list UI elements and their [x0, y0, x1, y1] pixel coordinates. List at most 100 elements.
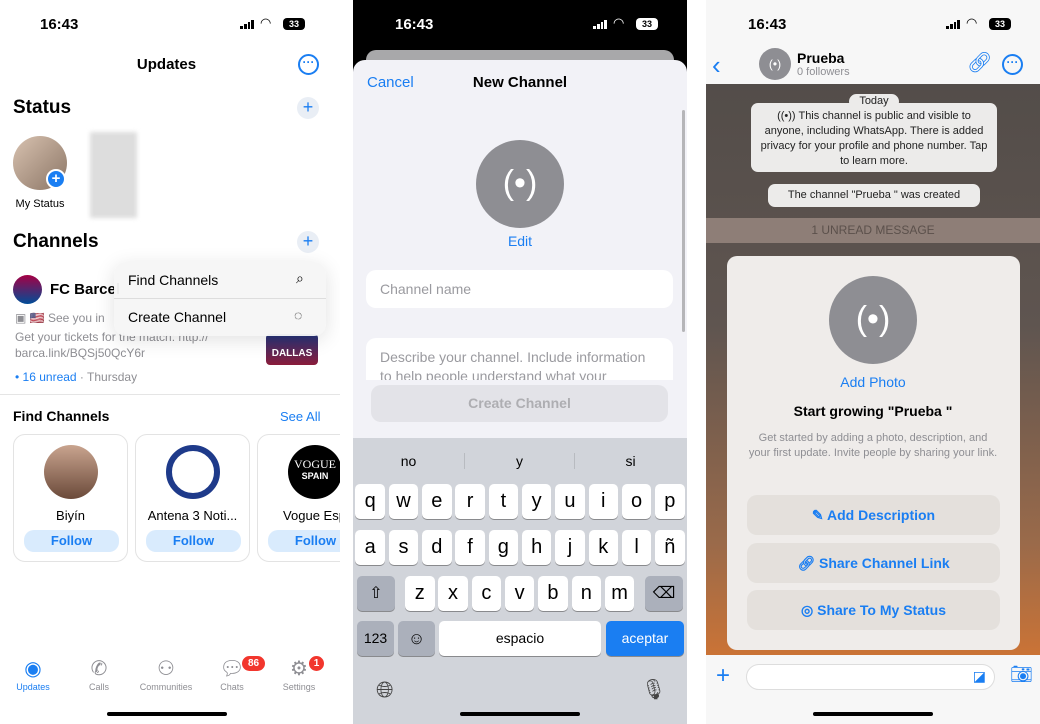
- key-p[interactable]: p: [655, 484, 685, 519]
- menu-item-find-channels[interactable]: Find Channels ⌕: [114, 262, 326, 299]
- emoji-key[interactable]: ☺: [398, 621, 435, 656]
- more-options-button[interactable]: ···: [1002, 54, 1023, 75]
- channel-name[interactable]: Prueba: [797, 50, 844, 66]
- add-channel-button[interactable]: +: [297, 231, 319, 253]
- channel-info-notice[interactable]: ((•)) This channel is public and visible…: [751, 103, 997, 172]
- channel-screen: 16:43 ◠ 33 ‹ (•) Prueba 0 followers 🔗︎ ·…: [706, 0, 1040, 724]
- follow-button[interactable]: Follow: [268, 530, 340, 552]
- channel-photo-placeholder[interactable]: (•): [829, 276, 917, 364]
- key-w[interactable]: w: [388, 484, 419, 519]
- keyboard-suggestion[interactable]: si: [575, 453, 686, 469]
- more-options-button[interactable]: ···: [298, 54, 319, 75]
- key-d[interactable]: d: [422, 530, 452, 565]
- message-input[interactable]: ◪: [746, 664, 995, 690]
- share-channel-link-button[interactable]: 🔗︎ Share Channel Link: [747, 543, 1000, 583]
- phone-icon: ✆: [90, 658, 108, 680]
- create-channel-button[interactable]: Create Channel: [371, 385, 668, 422]
- scrollbar[interactable]: [682, 110, 685, 332]
- numbers-key[interactable]: 123: [357, 621, 394, 656]
- channel-menu: Find Channels ⌕ Create Channel ◌: [114, 262, 326, 336]
- key-j[interactable]: j: [555, 530, 585, 565]
- key-v[interactable]: v: [504, 576, 535, 611]
- key-ñ[interactable]: ñ: [655, 530, 685, 565]
- shift-key[interactable]: ⇧: [357, 576, 395, 611]
- key-h[interactable]: h: [521, 530, 552, 565]
- preview-line: See you in: [47, 311, 105, 325]
- vogue-logo: VOGUE SPAIN: [288, 445, 340, 499]
- key-l[interactable]: l: [621, 530, 652, 565]
- status-time: 16:43: [395, 16, 434, 33]
- delete-key[interactable]: ⌫: [645, 576, 683, 611]
- my-status-label: My Status: [15, 198, 65, 210]
- signal-icon: [946, 20, 960, 29]
- key-x[interactable]: x: [438, 576, 468, 611]
- key-e[interactable]: e: [422, 484, 452, 519]
- status-heading: Status: [13, 97, 72, 118]
- channel-suggestion-card[interactable]: Biyín Follow: [13, 434, 128, 562]
- accept-key[interactable]: aceptar: [606, 621, 684, 656]
- menu-item-create-channel[interactable]: Create Channel ◌: [114, 299, 326, 336]
- key-i[interactable]: i: [588, 484, 618, 519]
- tab-communities[interactable]: ⚇ Communities: [131, 656, 201, 692]
- channel-name-input[interactable]: Channel name: [366, 270, 673, 308]
- channel-avatar[interactable]: (•): [759, 48, 791, 80]
- key-f[interactable]: f: [455, 530, 485, 565]
- link-icon: 🔗︎: [797, 555, 819, 571]
- key-c[interactable]: c: [471, 576, 502, 611]
- space-key[interactable]: espacio: [439, 621, 601, 656]
- wifi-icon: ◠: [966, 15, 978, 30]
- unread-count: • 16 unread: [15, 370, 77, 384]
- follower-count: 0 followers: [797, 66, 850, 78]
- microphone-icon[interactable]: 🎙︎: [641, 677, 666, 702]
- growing-title: Start growing "Prueba ": [793, 403, 953, 419]
- key-k[interactable]: k: [588, 530, 618, 565]
- wifi-icon: ◠: [613, 15, 625, 30]
- key-b[interactable]: b: [538, 576, 568, 611]
- plus-icon[interactable]: +: [716, 662, 730, 690]
- keyboard-suggestion[interactable]: y: [464, 453, 575, 469]
- key-u[interactable]: u: [555, 484, 585, 519]
- camera-icon[interactable]: 📷︎: [1010, 664, 1033, 685]
- key-n[interactable]: n: [571, 576, 601, 611]
- key-t[interactable]: t: [488, 484, 519, 519]
- channel-photo-placeholder[interactable]: (•): [476, 140, 564, 228]
- unread-divider: 1 UNREAD MESSAGE: [706, 218, 1040, 243]
- updates-screen: 16:43 ◠ 33 Updates ··· Status + + My Sta…: [0, 0, 340, 724]
- key-y[interactable]: y: [521, 484, 552, 519]
- battery-icon: 33: [636, 18, 658, 30]
- follow-button[interactable]: Follow: [146, 530, 241, 552]
- status-time: 16:43: [748, 16, 787, 33]
- follow-button[interactable]: Follow: [24, 530, 119, 552]
- key-z[interactable]: z: [405, 576, 435, 611]
- add-description-button[interactable]: ✎ Add Description: [747, 495, 1000, 535]
- back-button[interactable]: ‹: [712, 50, 721, 81]
- channel-suggestion-card[interactable]: Antena 3 Noti... Follow: [135, 434, 250, 562]
- channel-name[interactable]: FC Barcel: [50, 281, 120, 298]
- key-s[interactable]: s: [388, 530, 419, 565]
- tab-updates[interactable]: ◉ Updates: [0, 656, 68, 692]
- see-all-link[interactable]: See All: [280, 409, 320, 424]
- edit-photo-button[interactable]: Edit: [353, 233, 687, 249]
- broadcast-icon: ((•)): [777, 110, 799, 122]
- key-g[interactable]: g: [488, 530, 519, 565]
- add-photo-button[interactable]: Add Photo: [706, 374, 1040, 390]
- key-m[interactable]: m: [604, 576, 635, 611]
- link-icon[interactable]: 🔗︎: [967, 50, 992, 75]
- home-indicator: [813, 712, 933, 716]
- key-r[interactable]: r: [455, 484, 485, 519]
- key-o[interactable]: o: [621, 484, 652, 519]
- globe-icon[interactable]: 🌐︎: [376, 677, 394, 703]
- growing-description: Get started by adding a photo, descripti…: [748, 432, 998, 459]
- keyboard-suggestion[interactable]: no: [353, 453, 464, 469]
- channel-suggestion-card[interactable]: VOGUE SPAIN Vogue Esp Follow: [257, 434, 340, 562]
- key-a[interactable]: a: [355, 530, 385, 565]
- channel-description-input[interactable]: Describe your channel. Include informati…: [366, 338, 673, 380]
- sticker-icon[interactable]: ◪: [973, 668, 986, 685]
- channel-avatar[interactable]: [13, 275, 42, 304]
- key-q[interactable]: q: [355, 484, 385, 519]
- tab-calls[interactable]: ✆ Calls: [64, 656, 134, 692]
- add-status-button[interactable]: +: [297, 97, 319, 119]
- share-to-status-button[interactable]: ◎ Share To My Status: [747, 590, 1000, 630]
- status-thumbnail[interactable]: [90, 132, 137, 218]
- add-icon[interactable]: +: [46, 169, 66, 189]
